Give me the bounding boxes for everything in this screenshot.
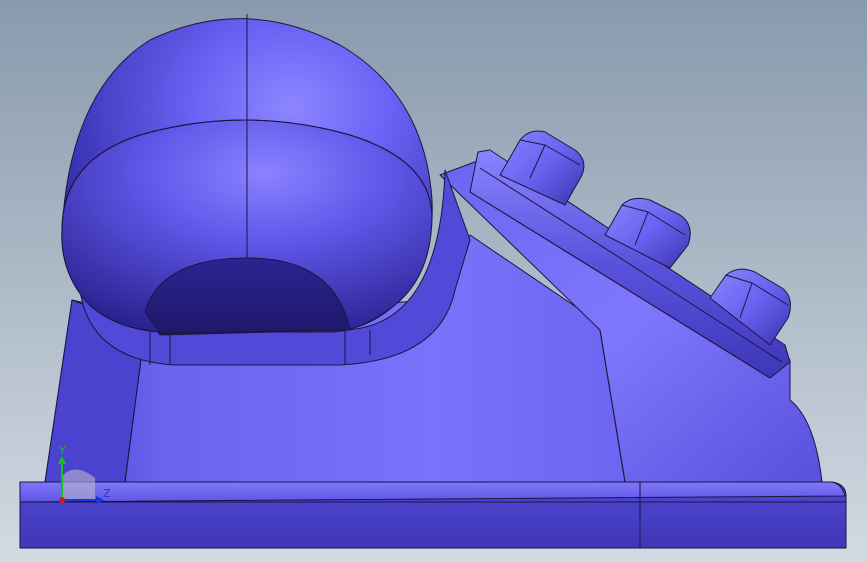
- x-axis-origin-dot: [59, 497, 65, 503]
- cad-viewport[interactable]: Y Z: [0, 0, 867, 562]
- z-axis-label: Z: [103, 487, 111, 500]
- base-plate: [19, 481, 847, 549]
- model-scene: Y Z: [0, 0, 867, 562]
- y-axis-label: Y: [58, 444, 66, 457]
